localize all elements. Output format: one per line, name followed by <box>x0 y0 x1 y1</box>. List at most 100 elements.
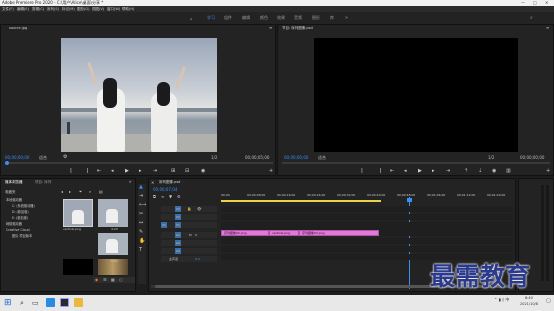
tree-item-drive-e[interactable]: E: (新加卷) <box>12 216 28 221</box>
media-browser-tab[interactable]: 媒体浏览器 <box>5 180 23 185</box>
hand-tool-icon[interactable]: ✋ <box>139 238 145 244</box>
track-header-master[interactable]: 主声道 0.0 <box>161 256 217 262</box>
track-label[interactable]: A3 <box>175 248 181 254</box>
workspace-tab-audio[interactable]: 音频 <box>294 12 302 24</box>
ripple-edit-tool-icon[interactable]: ⟷ <box>139 202 146 208</box>
go-to-out-icon[interactable]: ⇥ <box>153 168 157 174</box>
pen-tool-icon[interactable]: ✎ <box>139 229 143 235</box>
timeline-sequence-tab[interactable]: 序列图像.psd <box>159 180 180 185</box>
track-label[interactable]: V2 <box>175 214 181 220</box>
track-header-a2[interactable]: A2 <box>161 240 217 246</box>
clip-0[interactable]: 序列图像02.png <box>221 230 269 236</box>
step-forward-icon[interactable]: ▸ <box>139 168 142 174</box>
track-label[interactable]: V1 <box>175 222 181 228</box>
tree-item-team-projects[interactable]: 团队 项目版本 <box>12 234 32 239</box>
solo-button[interactable]: S <box>195 232 197 238</box>
workspace-tab-color[interactable]: 颜色 <box>260 12 268 24</box>
source-timecode-in[interactable]: 00;00;00;00 <box>5 155 29 160</box>
workspace-tab-assembly[interactable]: 组件 <box>224 12 232 24</box>
linked-selection-icon[interactable]: ∞ <box>161 194 164 199</box>
go-to-in-icon[interactable]: ⇤ <box>97 168 101 174</box>
tray-icons[interactable]: ⌃ ▮ ◊ 中 <box>494 297 509 303</box>
search-icon[interactable]: ⌕ <box>530 15 533 21</box>
track-label[interactable]: V3 <box>175 206 181 212</box>
timeline-settings-icon[interactable]: ⚙ <box>177 194 181 199</box>
program-play-icon[interactable]: ▶ <box>418 168 422 174</box>
extract-icon[interactable]: ⇣ <box>478 168 482 174</box>
export-frame-icon[interactable]: ◉ <box>201 168 205 174</box>
mark-in-icon[interactable]: ⎸ <box>71 168 76 174</box>
clip-1[interactable]: vertical.png <box>269 230 299 236</box>
workspace-tab-libraries[interactable]: 库 <box>330 12 334 24</box>
timeline-close-icon[interactable]: ✕ <box>151 180 154 185</box>
workspace-tab-learn[interactable]: 学习 <box>207 12 215 24</box>
mute-button[interactable]: M <box>189 232 192 238</box>
panel-menu-icon[interactable]: ≡ <box>269 25 272 30</box>
program-go-to-out-icon[interactable]: ⇥ <box>446 168 450 174</box>
program-mark-in-icon[interactable]: ⎸ <box>362 168 367 174</box>
comparison-view-icon[interactable]: ▥ <box>506 168 511 174</box>
clip-2[interactable]: 序列图像03.png <box>299 230 379 236</box>
tree-item-creative-cloud[interactable]: Creative Cloud <box>6 228 29 233</box>
program-panel-menu-icon[interactable]: ≡ <box>546 25 549 30</box>
source-patch-v1[interactable]: V1 <box>161 222 167 228</box>
overwrite-icon[interactable]: ⊟ <box>185 168 189 174</box>
master-volume[interactable]: 0.0 <box>195 256 200 262</box>
source-fit-select[interactable]: 适合 <box>39 155 47 160</box>
track-a2[interactable] <box>221 246 513 252</box>
program-go-to-in-icon[interactable]: ⇤ <box>390 168 394 174</box>
program-add-button-icon[interactable]: + <box>546 168 550 174</box>
eye-icon[interactable]: 👁 <box>197 206 201 212</box>
home-icon[interactable]: ⌂ <box>190 16 193 21</box>
track-header-v1[interactable]: V1 V1 <box>161 222 217 228</box>
program-fit-select[interactable]: 适合 <box>318 155 326 160</box>
notification-icon[interactable]: ▢ <box>546 298 551 304</box>
program-export-frame-icon[interactable]: ◉ <box>492 168 496 174</box>
source-scrub-bar[interactable] <box>5 162 273 164</box>
step-back-icon[interactable]: ◂ <box>111 168 114 174</box>
edge-browser-icon[interactable] <box>46 298 55 307</box>
search-field-icon[interactable]: ⌕ <box>89 189 91 194</box>
add-button-icon[interactable]: + <box>269 168 273 174</box>
workspace-tab-editing[interactable]: 编辑 <box>242 12 250 24</box>
mark-out-icon[interactable]: ⎹ <box>83 168 88 174</box>
insert-icon[interactable]: ⊞ <box>171 168 175 174</box>
wrench-icon[interactable]: ⚙ <box>63 154 67 160</box>
program-step-forward-icon[interactable]: ▸ <box>432 168 435 174</box>
track-header-v2[interactable]: V2 <box>161 214 217 220</box>
selection-tool-icon[interactable]: ▲ <box>139 184 143 190</box>
more-workspaces-icon[interactable]: » <box>345 15 348 21</box>
track-a1[interactable] <box>221 238 513 244</box>
lift-icon[interactable]: ⇡ <box>464 168 468 174</box>
timeline-timecode[interactable]: 00;00;07;04 <box>153 187 177 192</box>
program-mark-out-icon[interactable]: ⎹ <box>376 168 381 174</box>
thumbnail-3-black[interactable] <box>63 259 93 275</box>
source-monitor-tab[interactable]: source.jpg <box>9 26 27 31</box>
program-timecode-in[interactable]: 00;00;00;00 <box>284 155 308 160</box>
program-scale-select[interactable]: 1/2 <box>488 155 494 160</box>
track-v3[interactable] <box>221 206 513 212</box>
razor-tool-icon[interactable]: ✂ <box>139 211 143 217</box>
zoom-icon[interactable]: ○ <box>119 277 123 283</box>
track-header-a3[interactable]: A3 <box>161 248 217 254</box>
play-icon[interactable]: ▶ <box>125 168 129 174</box>
forward-icon[interactable]: ▸ <box>69 189 71 194</box>
snap-icon[interactable]: ⧉ <box>153 194 156 199</box>
thumbnail-0[interactable] <box>63 199 93 227</box>
program-scrub-bar[interactable] <box>282 162 550 164</box>
tree-item-drive-c[interactable]: C: (系统驱动器) <box>12 204 35 209</box>
source-playhead[interactable] <box>5 161 9 165</box>
tree-item-drive-d[interactable]: D: (新加卷) <box>12 210 29 215</box>
filter-icon[interactable]: ⏷ <box>79 189 82 194</box>
back-icon[interactable]: ◂ <box>61 189 63 194</box>
icon-view-icon[interactable]: ▦ <box>111 277 115 283</box>
work-area-bar[interactable] <box>221 200 381 202</box>
premiere-pro-icon[interactable] <box>60 298 69 307</box>
file-explorer-icon[interactable] <box>74 298 83 307</box>
media-icon[interactable]: ◆ <box>95 277 98 283</box>
taskbar-date[interactable]: 2021/10/8 <box>520 302 538 306</box>
slip-tool-icon[interactable]: ↔ <box>139 220 143 226</box>
track-v1[interactable]: 序列图像02.png vertical.png 序列图像03.png <box>221 222 513 236</box>
view-icon[interactable]: ▤ <box>99 189 103 194</box>
track-v2[interactable] <box>221 214 513 220</box>
